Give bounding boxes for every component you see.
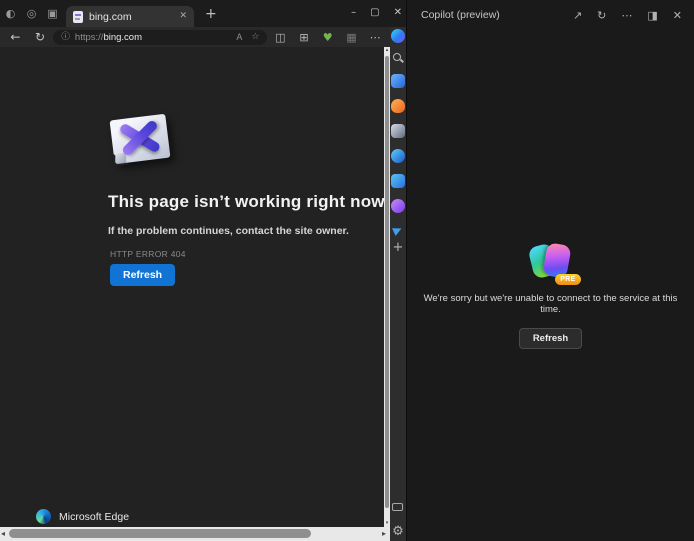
sidebar-outlook-icon[interactable] bbox=[391, 149, 405, 163]
workspaces-icon[interactable]: ◎ bbox=[21, 8, 42, 19]
tab-title: bing.com bbox=[89, 11, 173, 23]
tab-close-icon[interactable]: ✕ bbox=[179, 12, 187, 21]
search-handle bbox=[400, 59, 404, 63]
navigation-toolbar: ← ↻ ⓘ https://bing.com A ☆ ◫ ⊞ ♥ ▦ ⋯ bbox=[0, 27, 390, 47]
sidebar-drop-icon[interactable]: ▶ bbox=[389, 222, 408, 241]
error-subtitle: If the problem continues, contact the si… bbox=[108, 225, 349, 237]
sidebar-messaging-icon[interactable] bbox=[391, 174, 405, 188]
vertical-tabs-icon[interactable]: ◐ bbox=[0, 8, 21, 19]
scroll-right-icon[interactable]: ▸ bbox=[382, 530, 386, 538]
copilot-panel-title: Copilot (preview) bbox=[421, 9, 558, 21]
edge-sidebar-strip: ▶ + ⚙ bbox=[390, 27, 406, 541]
error-code: HTTP ERROR 404 bbox=[110, 249, 186, 259]
copilot-panel: Copilot (preview) ↗ ↻ ⋯ ◨ ✕ PRE We're so… bbox=[406, 0, 694, 541]
url-scheme: https:// bbox=[75, 32, 104, 43]
url-host: bing.com bbox=[103, 32, 142, 43]
copilot-logo: PRE bbox=[529, 242, 573, 282]
split-screen-icon[interactable]: ◫ bbox=[269, 32, 291, 43]
vertical-scroll-thumb[interactable] bbox=[385, 56, 389, 508]
reload-icon[interactable]: ↻ bbox=[29, 31, 52, 43]
sidebar-search-icon[interactable] bbox=[391, 51, 405, 65]
collections-icon[interactable]: ⊞ bbox=[293, 32, 315, 43]
extensions-icon[interactable]: ▦ bbox=[341, 32, 363, 43]
panel-close-icon[interactable]: ✕ bbox=[673, 10, 682, 21]
copilot-error-block: PRE We're sorry but we're unable to conn… bbox=[407, 242, 694, 349]
page-favicon bbox=[73, 11, 83, 23]
preview-badge: PRE bbox=[555, 274, 580, 285]
copilot-panel-header: Copilot (preview) ↗ ↻ ⋯ ◨ ✕ bbox=[407, 0, 694, 30]
scroll-left-icon[interactable]: ◂ bbox=[1, 530, 5, 538]
address-bar[interactable]: ⓘ https://bing.com A ☆ bbox=[53, 30, 267, 45]
maximize-button[interactable]: ▢ bbox=[370, 8, 379, 18]
open-in-window-icon[interactable]: ↗ bbox=[573, 10, 582, 21]
copilot-error-message: We're sorry but we're unable to connect … bbox=[419, 293, 683, 315]
window-controls: – ▢ ✕ bbox=[351, 0, 402, 26]
new-tab-button[interactable]: + bbox=[205, 7, 217, 21]
minimize-button[interactable]: – bbox=[351, 8, 356, 18]
panel-dock-icon[interactable]: ◨ bbox=[647, 10, 657, 21]
panel-refresh-icon[interactable]: ↻ bbox=[597, 10, 606, 21]
edge-branding: Microsoft Edge bbox=[36, 509, 129, 524]
panel-more-icon[interactable]: ⋯ bbox=[621, 10, 632, 21]
sidebar-devices-icon[interactable] bbox=[391, 501, 405, 515]
sidebar-shopping-icon[interactable] bbox=[391, 74, 405, 88]
window-close-button[interactable]: ✕ bbox=[394, 8, 402, 18]
tab-bar: ◐ ◎ ▣ bing.com ✕ + – ▢ ✕ bbox=[0, 0, 406, 27]
tab-bing[interactable]: bing.com ✕ bbox=[66, 6, 194, 27]
sidebar-games-icon[interactable] bbox=[391, 199, 405, 213]
settings-more-icon[interactable]: ⋯ bbox=[364, 32, 386, 43]
error-title: This page isn’t working right now bbox=[108, 192, 385, 212]
read-aloud-icon[interactable]: A bbox=[236, 32, 242, 42]
sidebar-copilot-icon[interactable] bbox=[391, 29, 405, 43]
sidebar-settings-gear-icon[interactable]: ⚙ bbox=[391, 525, 405, 539]
horizontal-scroll-thumb[interactable] bbox=[9, 529, 311, 538]
page-refresh-button[interactable]: Refresh bbox=[110, 264, 175, 286]
copilot-refresh-button[interactable]: Refresh bbox=[519, 328, 582, 349]
back-icon[interactable]: ← bbox=[4, 31, 27, 43]
horizontal-scrollbar[interactable]: ◂ ▸ bbox=[0, 527, 390, 541]
monitor-shape bbox=[392, 503, 403, 511]
site-info-icon[interactable]: ⓘ bbox=[61, 33, 70, 42]
favorites-star-icon[interactable]: ☆ bbox=[251, 33, 259, 42]
browser-essentials-icon[interactable]: ♥ bbox=[317, 32, 339, 43]
broken-page-illustration bbox=[110, 114, 171, 164]
edge-brand-label: Microsoft Edge bbox=[59, 511, 129, 523]
sidebar-tools-icon[interactable] bbox=[391, 124, 405, 138]
sidebar-add-icon[interactable]: + bbox=[391, 241, 405, 255]
edge-logo-icon bbox=[36, 509, 51, 524]
url-text: https://bing.com bbox=[75, 32, 142, 43]
edge-window: ◐ ◎ ▣ bing.com ✕ + – ▢ ✕ ← ↻ ⓘ https://b… bbox=[0, 0, 694, 541]
sidebar-rewards-icon[interactable] bbox=[391, 99, 405, 113]
tab-group-icon[interactable]: ▣ bbox=[42, 8, 63, 19]
